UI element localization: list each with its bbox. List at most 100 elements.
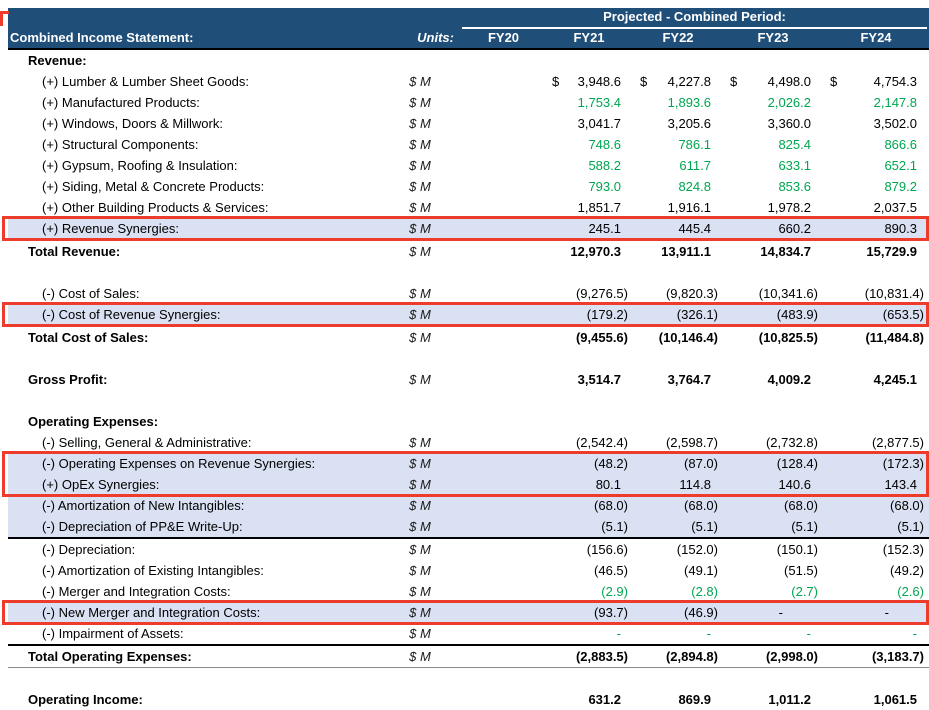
value-cell-fy22[interactable]: (9,820.3) — [633, 286, 723, 301]
value-cell-fy22[interactable]: 3,205.6 — [633, 116, 723, 131]
value-cell-fy24[interactable]: 2,037.5 — [823, 200, 929, 215]
value-cell-fy23[interactable]: - — [723, 605, 823, 620]
value-cell-fy21[interactable]: 1,851.7 — [545, 200, 633, 215]
row-label[interactable]: (-) New Merger and Integration Costs: — [8, 605, 392, 620]
value-cell-fy22[interactable]: (5.1) — [633, 519, 723, 534]
value-cell-fy23[interactable]: $4,498.0 — [723, 74, 823, 89]
row-label[interactable]: (-) Amortization of New Intangibles: — [8, 498, 392, 513]
units-cell[interactable]: $ M — [392, 456, 462, 471]
value-cell-fy24[interactable]: (653.5) — [823, 307, 929, 322]
value-cell-fy22[interactable]: 824.8 — [633, 179, 723, 194]
units-cell[interactable]: $ M — [392, 605, 462, 620]
units-cell[interactable]: $ M — [392, 542, 462, 557]
value-cell-fy23[interactable]: 1,011.2 — [723, 692, 823, 707]
col-header-fy24[interactable]: FY24 — [823, 30, 929, 45]
value-cell-fy21[interactable]: 631.2 — [545, 692, 633, 707]
col-header-fy22[interactable]: FY22 — [633, 30, 723, 45]
row-label[interactable]: Gross Profit: — [8, 372, 392, 387]
value-cell-fy22[interactable]: (2,894.8) — [633, 649, 723, 664]
value-cell-fy22[interactable]: 3,764.7 — [633, 372, 723, 387]
value-cell-fy24[interactable]: 15,729.9 — [823, 244, 929, 259]
value-cell-fy23[interactable]: 4,009.2 — [723, 372, 823, 387]
value-cell-fy21[interactable]: 12,970.3 — [545, 244, 633, 259]
value-cell-fy22[interactable]: $4,227.8 — [633, 74, 723, 89]
value-cell-fy24[interactable]: (3,183.7) — [823, 649, 929, 664]
value-cell-fy22[interactable]: (326.1) — [633, 307, 723, 322]
units-cell[interactable]: $ M — [392, 221, 462, 236]
projected-period-header[interactable]: Projected - Combined Period: — [462, 8, 927, 29]
units-cell[interactable]: $ M — [392, 477, 462, 492]
value-cell-fy21[interactable]: - — [545, 626, 633, 641]
units-cell[interactable]: $ M — [392, 95, 462, 110]
row-label[interactable]: (-) Depreciation of PP&E Write-Up: — [8, 519, 392, 534]
value-cell-fy21[interactable]: (46.5) — [545, 563, 633, 578]
value-cell-fy24[interactable]: 866.6 — [823, 137, 929, 152]
value-cell-fy23[interactable]: (2,732.8) — [723, 435, 823, 450]
statement-title[interactable]: Combined Income Statement: — [8, 30, 392, 45]
value-cell-fy23[interactable]: (5.1) — [723, 519, 823, 534]
row-label[interactable]: Operating Income: — [8, 692, 392, 707]
row-label[interactable]: (+) Windows, Doors & Millwork: — [8, 116, 392, 131]
value-cell-fy22[interactable]: (87.0) — [633, 456, 723, 471]
units-cell[interactable]: $ M — [392, 435, 462, 450]
value-cell-fy24[interactable]: 1,061.5 — [823, 692, 929, 707]
value-cell-fy24[interactable]: $4,754.3 — [823, 74, 929, 89]
value-cell-fy24[interactable]: 2,147.8 — [823, 95, 929, 110]
value-cell-fy24[interactable]: - — [823, 605, 929, 620]
value-cell-fy24[interactable]: (152.3) — [823, 542, 929, 557]
value-cell-fy23[interactable]: (10,825.5) — [723, 330, 823, 345]
row-label[interactable]: (-) Impairment of Assets: — [8, 626, 392, 641]
value-cell-fy23[interactable]: (2.7) — [723, 584, 823, 599]
units-cell[interactable]: $ M — [392, 179, 462, 194]
value-cell-fy21[interactable]: (9,455.6) — [545, 330, 633, 345]
row-label[interactable]: (+) Structural Components: — [8, 137, 392, 152]
units-cell[interactable]: $ M — [392, 137, 462, 152]
value-cell-fy23[interactable]: 14,834.7 — [723, 244, 823, 259]
value-cell-fy22[interactable]: (68.0) — [633, 498, 723, 513]
value-cell-fy22[interactable]: (49.1) — [633, 563, 723, 578]
value-cell-fy22[interactable]: 869.9 — [633, 692, 723, 707]
units-cell[interactable]: $ M — [392, 584, 462, 599]
col-header-fy23[interactable]: FY23 — [723, 30, 823, 45]
value-cell-fy22[interactable]: - — [633, 626, 723, 641]
units-cell[interactable]: $ M — [392, 626, 462, 641]
value-cell-fy22[interactable]: 114.8 — [633, 477, 723, 492]
row-label[interactable]: (+) Manufactured Products: — [8, 95, 392, 110]
value-cell-fy23[interactable]: 660.2 — [723, 221, 823, 236]
row-label[interactable]: Total Cost of Sales: — [8, 330, 392, 345]
value-cell-fy24[interactable]: 879.2 — [823, 179, 929, 194]
value-cell-fy21[interactable]: (2.9) — [545, 584, 633, 599]
value-cell-fy21[interactable]: 1,753.4 — [545, 95, 633, 110]
value-cell-fy23[interactable]: 633.1 — [723, 158, 823, 173]
value-cell-fy22[interactable]: 786.1 — [633, 137, 723, 152]
row-label[interactable]: Revenue: — [8, 53, 392, 68]
value-cell-fy22[interactable]: (10,146.4) — [633, 330, 723, 345]
value-cell-fy21[interactable]: 793.0 — [545, 179, 633, 194]
value-cell-fy23[interactable]: (68.0) — [723, 498, 823, 513]
value-cell-fy22[interactable]: (152.0) — [633, 542, 723, 557]
value-cell-fy21[interactable]: (5.1) — [545, 519, 633, 534]
value-cell-fy21[interactable]: (2,883.5) — [545, 649, 633, 664]
row-label[interactable]: (-) Amortization of Existing Intangibles… — [8, 563, 392, 578]
row-label[interactable]: (+) Lumber & Lumber Sheet Goods: — [8, 74, 392, 89]
row-label[interactable]: (-) Selling, General & Administrative: — [8, 435, 392, 450]
units-cell[interactable]: $ M — [392, 372, 462, 387]
units-cell[interactable]: $ M — [392, 74, 462, 89]
row-label[interactable]: (+) Revenue Synergies: — [8, 221, 392, 236]
value-cell-fy23[interactable]: (483.9) — [723, 307, 823, 322]
value-cell-fy21[interactable]: 588.2 — [545, 158, 633, 173]
value-cell-fy21[interactable]: 245.1 — [545, 221, 633, 236]
value-cell-fy22[interactable]: 611.7 — [633, 158, 723, 173]
value-cell-fy24[interactable]: 4,245.1 — [823, 372, 929, 387]
units-cell[interactable]: $ M — [392, 244, 462, 259]
value-cell-fy21[interactable]: (9,276.5) — [545, 286, 633, 301]
value-cell-fy24[interactable]: (5.1) — [823, 519, 929, 534]
units-cell[interactable]: $ M — [392, 116, 462, 131]
row-label[interactable]: (+) Siding, Metal & Concrete Products: — [8, 179, 392, 194]
value-cell-fy24[interactable]: (68.0) — [823, 498, 929, 513]
row-label[interactable]: (-) Cost of Sales: — [8, 286, 392, 301]
units-cell[interactable]: $ M — [392, 563, 462, 578]
row-label[interactable]: (+) Gypsum, Roofing & Insulation: — [8, 158, 392, 173]
value-cell-fy24[interactable]: 143.4 — [823, 477, 929, 492]
value-cell-fy21[interactable]: 748.6 — [545, 137, 633, 152]
